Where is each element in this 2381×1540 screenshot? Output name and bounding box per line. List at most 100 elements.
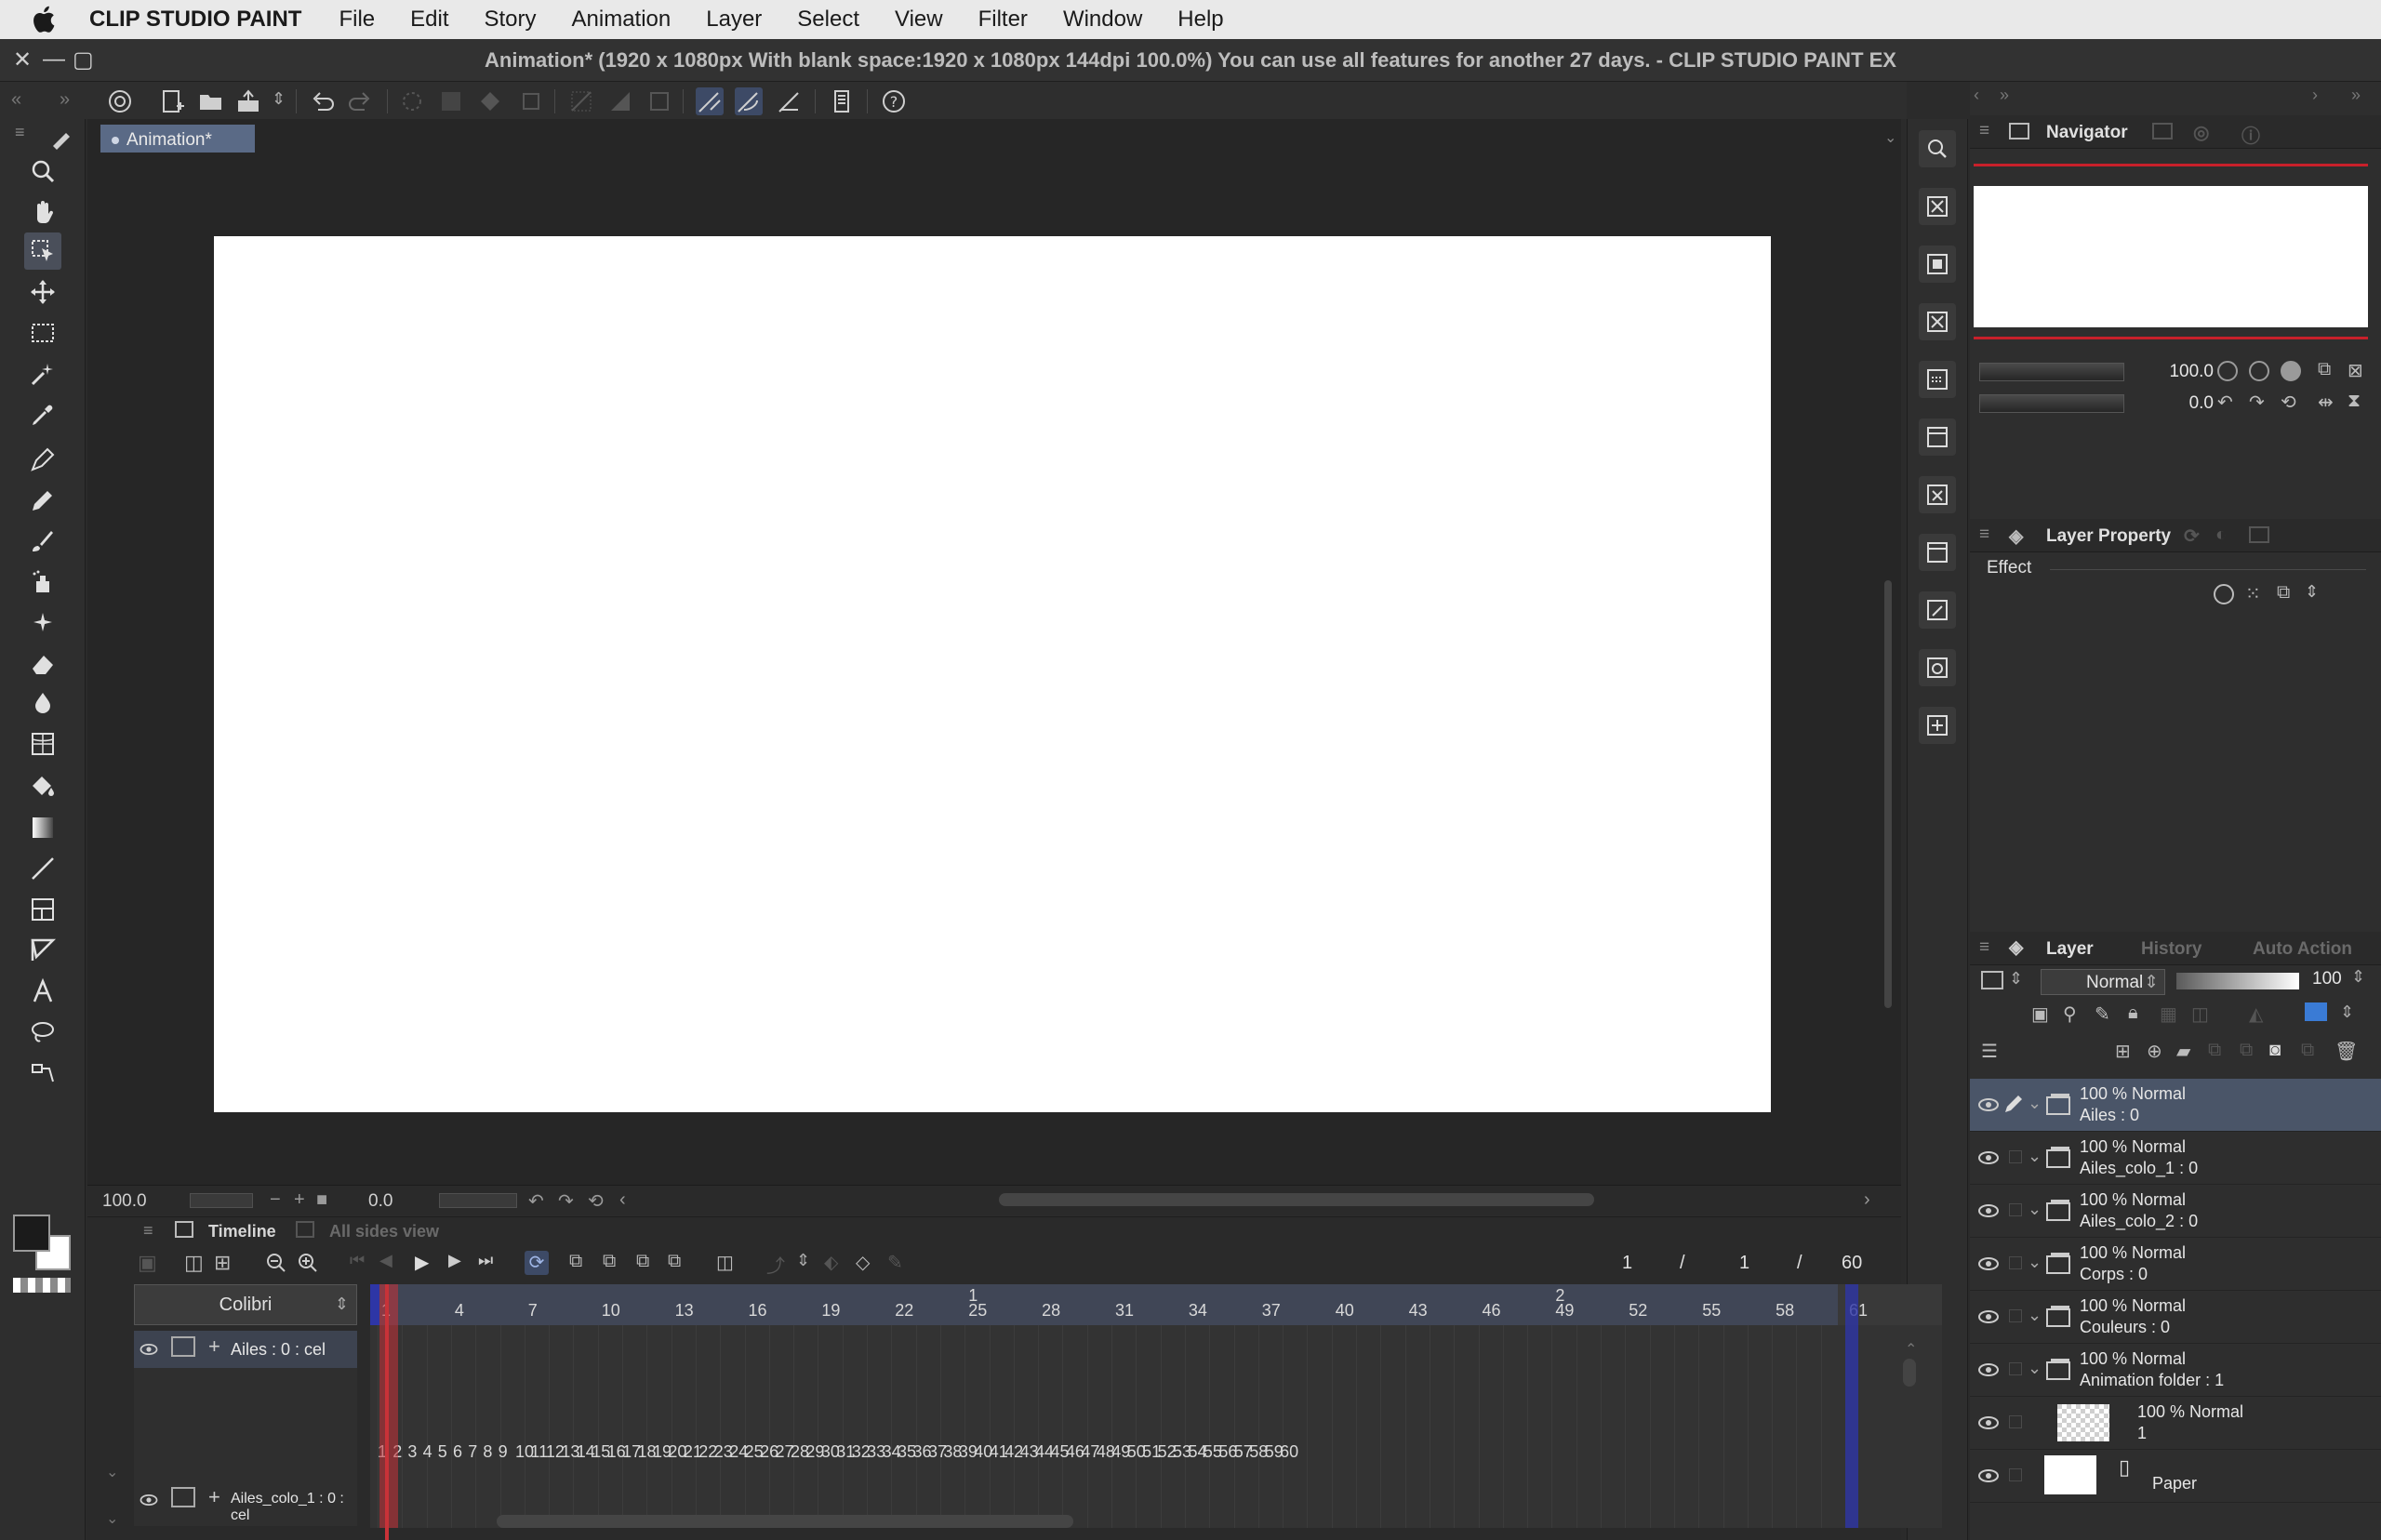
blend-mode-select[interactable]: Normal ⇕	[2041, 969, 2165, 995]
track-scroll-down-icon[interactable]: ⌄	[106, 1463, 118, 1481]
visibility-eye-icon[interactable]	[1975, 1145, 2002, 1171]
play-icon[interactable]: ▶	[415, 1251, 439, 1275]
save-icon[interactable]	[234, 87, 262, 115]
save-options-icon[interactable]: ⇕	[272, 89, 286, 109]
lock-transparent-icon[interactable]: ▦	[2160, 1002, 2177, 1026]
track-row[interactable]: + Ailes_colo_1 : 0 : cel	[134, 1481, 357, 1523]
airbrush-icon[interactable]	[24, 564, 61, 601]
frame-grid[interactable]: 1471013161922252831343740434649525558611…	[370, 1284, 1942, 1540]
lock-layer-icon[interactable]: 🔒︎	[2128, 1002, 2138, 1024]
pencil-icon[interactable]	[24, 482, 61, 519]
eraser-icon[interactable]	[24, 645, 61, 683]
timeline-zoom-in-icon[interactable]	[296, 1251, 320, 1275]
decoration-icon[interactable]	[24, 604, 61, 642]
mask-icon[interactable]: ◫	[2191, 1002, 2209, 1026]
menu-animation[interactable]: Animation	[572, 7, 672, 33]
timeline-menu-icon[interactable]: ≡	[143, 1221, 153, 1241]
timeline-zoom-out-icon[interactable]	[264, 1251, 288, 1275]
panel-double-chevron-icon[interactable]: »	[2351, 86, 2361, 105]
grid-icon[interactable]	[24, 725, 61, 763]
frame-ruler[interactable]: 1471013161922252831343740434649525558611…	[370, 1284, 1942, 1325]
menu-layer[interactable]: Layer	[706, 7, 762, 33]
tab-timeline[interactable]: Timeline	[208, 1222, 276, 1241]
playhead[interactable]	[385, 1284, 389, 1540]
blend-icon[interactable]	[24, 684, 61, 722]
opacity-stepper-icon[interactable]: ⇕	[2351, 967, 2365, 987]
clear-icon[interactable]	[398, 87, 426, 115]
magic-wand-icon[interactable]	[24, 355, 61, 392]
layer-color-swap-icon[interactable]	[2305, 1002, 2327, 1021]
main-color-swatch[interactable]	[13, 1215, 50, 1252]
text-icon[interactable]	[24, 973, 61, 1010]
apple-icon[interactable]	[28, 3, 61, 36]
folder-expand-chevron-icon[interactable]: ⌄	[2028, 1147, 2042, 1166]
document-tab[interactable]: Animation*	[100, 125, 255, 153]
fit-icon[interactable]: ■	[316, 1189, 327, 1211]
light-table-icon[interactable]: ◇	[856, 1251, 880, 1275]
opacity-slider[interactable]	[2176, 973, 2299, 989]
layer-row[interactable]: ▯ Paper	[1970, 1450, 2381, 1503]
lasso-icon[interactable]	[24, 1014, 61, 1051]
new-animation-folder-icon[interactable]: ⊞	[214, 1251, 238, 1275]
border-effect-icon[interactable]	[2214, 584, 2234, 604]
layer-color-icon[interactable]	[1981, 971, 2003, 989]
scroll-left-icon[interactable]: ‹	[619, 1189, 626, 1211]
new-vector-layer-icon[interactable]: ⊕	[2147, 1040, 2162, 1063]
scroll-right-icon[interactable]: ›	[1864, 1189, 1870, 1211]
navigator-menu-icon[interactable]: ≡	[1979, 121, 1989, 141]
layer-edit-checkbox[interactable]	[2009, 1203, 2022, 1216]
draft-layer-icon[interactable]: ✎	[2095, 1002, 2110, 1026]
show-selection-icon[interactable]	[645, 87, 673, 115]
canvas-vertical-scroll-thumb[interactable]	[1884, 580, 1892, 1008]
color-slider-icon[interactable]	[1919, 476, 1956, 513]
folder-expand-chevron-icon[interactable]: ⌄	[2028, 1253, 2042, 1272]
layer-row[interactable]: ⌄ 100 % Normal Ailes : 0	[1970, 1079, 2381, 1132]
menu-story[interactable]: Story	[485, 7, 537, 33]
canvas-horizontal-scroll-thumb[interactable]	[999, 1193, 1594, 1206]
app-name-menu[interactable]: CLIP STUDIO PAINT	[89, 7, 301, 33]
visibility-eye-icon[interactable]	[138, 1489, 160, 1511]
layer-color-effect-icon[interactable]: ⧉	[2277, 582, 2290, 604]
playback-end-marker[interactable]	[1845, 1284, 1858, 1528]
layer-edit-checkbox[interactable]	[2009, 1150, 2022, 1163]
palette-menu-icon[interactable]: ≡	[15, 123, 25, 142]
info-panel-icon[interactable]: ◎	[2193, 121, 2209, 144]
zoom-icon[interactable]	[24, 153, 61, 190]
layer-row[interactable]: ⌄ 100 % Normal Animation folder : 1	[1970, 1344, 2381, 1397]
tab-all-sides-view[interactable]: All sides view	[329, 1222, 439, 1241]
pen-nib-icon[interactable]	[43, 119, 80, 156]
material-panel-icon[interactable]	[1919, 534, 1956, 571]
menu-file[interactable]: File	[339, 7, 375, 33]
timeline-settings-icon[interactable]: ◫	[184, 1251, 208, 1275]
canvas-zoom-slider[interactable]	[190, 1193, 253, 1208]
folder-expand-chevron-icon[interactable]: ⌄	[2028, 1306, 2042, 1325]
tool-property-icon[interactable]	[1919, 246, 1956, 283]
layer-row[interactable]: 100 % Normal 1	[1970, 1397, 2381, 1450]
layer-color-stepper-icon[interactable]: ⇕	[2340, 1002, 2354, 1022]
layer-color-expand-icon[interactable]: ⇕	[2009, 969, 2023, 989]
hand-icon[interactable]	[24, 193, 61, 231]
onion-skin-icon[interactable]: ◫	[716, 1251, 740, 1275]
tab-layer[interactable]: Layer	[2046, 939, 2094, 960]
brush-size-icon[interactable]	[1919, 303, 1956, 340]
ruler-icon[interactable]	[24, 932, 61, 969]
camera-work-icon[interactable]: ⤴	[766, 1251, 791, 1277]
color-set-icon[interactable]	[1919, 418, 1956, 456]
keyframe-icon[interactable]: ⬖	[824, 1251, 848, 1275]
brush-icon[interactable]	[24, 523, 61, 560]
expand-track-icon[interactable]: +	[208, 1334, 220, 1359]
tab-list-chevron-icon[interactable]: ⌄	[1884, 128, 1896, 147]
search-layer-icon[interactable]: ⟳	[2184, 524, 2200, 548]
frame-cells[interactable]: 1234567891011121314151617181920212223242…	[370, 1325, 1942, 1528]
correct-line-icon[interactable]	[24, 1055, 61, 1092]
frame-icon[interactable]	[24, 891, 61, 928]
layer-row[interactable]: ⌄ 100 % Normal Couleurs : 0	[1970, 1291, 2381, 1344]
delete-layer-icon[interactable]: 🗑︎	[2334, 1040, 2358, 1063]
menu-window[interactable]: Window	[1063, 7, 1142, 33]
invert-selection-icon[interactable]	[606, 87, 634, 115]
total-frames-value[interactable]: 60	[1842, 1253, 1862, 1274]
layer-edit-checkbox[interactable]	[2009, 1256, 2022, 1269]
collapse-left-icon[interactable]: «	[11, 89, 21, 111]
move-icon[interactable]	[24, 273, 61, 311]
redo-icon[interactable]	[346, 87, 374, 115]
